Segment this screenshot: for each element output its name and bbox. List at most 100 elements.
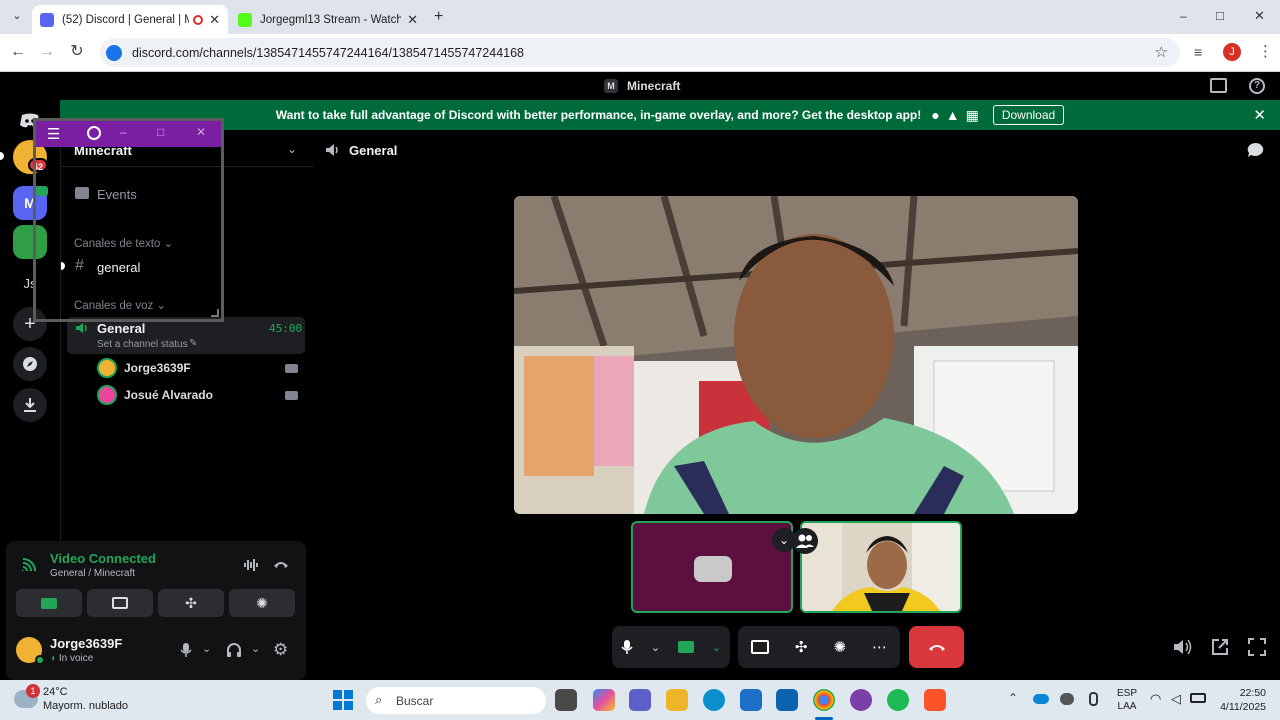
help-icon[interactable]: ? (1249, 78, 1265, 94)
onedrive-icon[interactable] (1033, 694, 1049, 704)
volume-tray-icon[interactable]: ◁ (1171, 691, 1181, 707)
noise-suppression-icon[interactable] (243, 558, 259, 572)
search-icon: ⌕ (375, 692, 383, 707)
channel-title: General (349, 143, 398, 158)
microphone-button[interactable] (621, 639, 633, 655)
download-apps-icon[interactable] (13, 388, 47, 422)
connection-status[interactable]: Video Connected (50, 551, 156, 566)
activities-button[interactable]: ✣ (158, 589, 224, 617)
language-indicator[interactable]: ESP LAA (1117, 687, 1137, 713)
start-windows-icon[interactable] (333, 690, 353, 710)
video-camera-icon (694, 556, 732, 582)
avatar (97, 358, 117, 378)
close-tab-icon[interactable]: ✕ (209, 12, 220, 28)
edge-icon[interactable] (703, 689, 725, 711)
reload-button[interactable]: ↻ (68, 43, 86, 61)
members-icon[interactable] (792, 528, 818, 554)
volume-icon[interactable] (1173, 638, 1193, 656)
media-controls-icon[interactable]: ≡ (1194, 44, 1202, 60)
forward-button[interactable]: → (38, 43, 56, 61)
voice-member[interactable]: Jorge3639F (97, 357, 191, 379)
maximize-icon[interactable]: □ (157, 125, 164, 139)
url-field[interactable]: discord.com/channels/1385471455747244164… (100, 38, 1180, 67)
leave-call-button[interactable] (909, 626, 964, 668)
fullscreen-icon[interactable] (1248, 638, 1266, 656)
weather-description[interactable]: Mayorm. nublado (43, 700, 128, 712)
tab-discord[interactable]: (52) Discord | General | Mine ✕ (32, 5, 228, 34)
site-info-icon[interactable] (106, 45, 122, 61)
mic-chevron-icon[interactable]: ⌄ (651, 641, 660, 654)
brave-icon[interactable] (924, 689, 946, 711)
overlay-title-bar[interactable]: ☰ – □ ✕ (36, 121, 221, 147)
copilot-icon[interactable] (593, 689, 615, 711)
participant-video-tile[interactable] (800, 521, 962, 613)
floating-overlay-window[interactable]: ☰ – □ ✕ (33, 118, 224, 322)
chevron-down-icon[interactable]: ⌄ (287, 142, 297, 156)
inbox-icon[interactable] (1210, 78, 1227, 93)
hamburger-menu-icon[interactable]: ☰ (47, 125, 60, 143)
app-icon-green[interactable] (887, 689, 909, 711)
weather-temperature[interactable]: 24°C (43, 686, 68, 698)
microsoft-store-icon[interactable] (740, 689, 762, 711)
close-icon[interactable]: ✕ (196, 125, 206, 139)
taskbar-search-input[interactable]: ⌕ Buscar (366, 687, 546, 714)
connection-location[interactable]: General / Minecraft (50, 568, 135, 579)
minimize-button[interactable]: – (1180, 9, 1187, 23)
tab-search-chevron-icon[interactable]: ⌄ (9, 9, 25, 25)
clock[interactable]: 22:50 4/11/2025 (1218, 686, 1266, 714)
pop-out-icon[interactable] (1211, 638, 1229, 656)
chat-bubble-icon[interactable] (1247, 142, 1265, 158)
resize-grip-icon[interactable] (211, 309, 219, 317)
close-tab-icon[interactable]: ✕ (407, 12, 418, 28)
discord-favicon-icon (40, 12, 54, 27)
new-tab-button[interactable]: + (434, 8, 443, 26)
block-icon[interactable] (87, 126, 101, 140)
voice-channel-general[interactable]: General (97, 321, 145, 336)
screen-share-button[interactable] (750, 640, 769, 654)
camera-button[interactable] (677, 641, 694, 653)
teams-icon[interactable] (629, 689, 651, 711)
battery-icon[interactable] (1190, 693, 1206, 703)
bookmark-star-icon[interactable]: ☆ (1155, 43, 1168, 61)
microphone-icon[interactable] (180, 642, 192, 658)
settings-gear-icon[interactable]: ⚙ (273, 640, 288, 660)
mic-options-chevron-icon[interactable]: ⌄ (202, 642, 211, 655)
show-hidden-icons-chevron[interactable]: ⌃ (1008, 691, 1018, 705)
file-explorer-icon[interactable] (666, 689, 688, 711)
app-icon-purple[interactable] (850, 689, 872, 711)
activities-button[interactable]: ✣ (795, 638, 808, 656)
close-banner-icon[interactable]: ✕ (1253, 106, 1266, 124)
chrome-icon[interactable] (813, 689, 835, 711)
minimize-icon[interactable]: – (120, 125, 127, 139)
more-options-button[interactable]: ⋯ (872, 638, 887, 656)
wifi-icon[interactable]: ◠ (1150, 691, 1161, 707)
audio-options-chevron-icon[interactable]: ⌄ (251, 642, 260, 655)
browser-menu-icon[interactable]: ⋮ (1258, 42, 1273, 60)
soundboard-button[interactable]: ✺ (229, 589, 295, 617)
user-name[interactable]: Jorge3639F (50, 636, 122, 651)
cloud-sync-icon[interactable] (1060, 693, 1074, 705)
tab-kick-stream[interactable]: Jorgegml13 Stream - Watch Live ✕ (230, 5, 426, 34)
back-button[interactable]: ← (9, 43, 27, 61)
screen-share-button[interactable] (87, 589, 153, 617)
close-window-button[interactable]: ✕ (1254, 8, 1265, 24)
main-video-stream[interactable] (514, 196, 1078, 514)
self-video-tile[interactable] (631, 521, 793, 613)
voice-member[interactable]: Josué Alvarado (97, 384, 213, 406)
soundboard-button[interactable]: ✺ (833, 638, 846, 656)
disconnect-icon[interactable] (273, 559, 289, 569)
maximize-button[interactable]: □ (1216, 8, 1224, 23)
pencil-icon[interactable]: ✎ (189, 338, 197, 349)
profile-avatar[interactable]: J (1223, 43, 1241, 61)
download-button[interactable]: Download (992, 105, 1065, 125)
task-view-icon[interactable] (555, 689, 577, 711)
channel-status[interactable]: Set a channel status (97, 339, 188, 350)
headphones-icon[interactable] (226, 642, 242, 658)
signal-icon[interactable] (22, 558, 36, 572)
explore-icon[interactable] (13, 347, 47, 381)
outlook-icon[interactable] (776, 689, 798, 711)
microphone-tray-icon[interactable] (1089, 692, 1098, 706)
camera-chevron-icon[interactable]: ⌄ (712, 641, 721, 654)
camera-toggle-button[interactable] (16, 589, 82, 617)
keyboard-layout: LAA (1117, 701, 1137, 712)
